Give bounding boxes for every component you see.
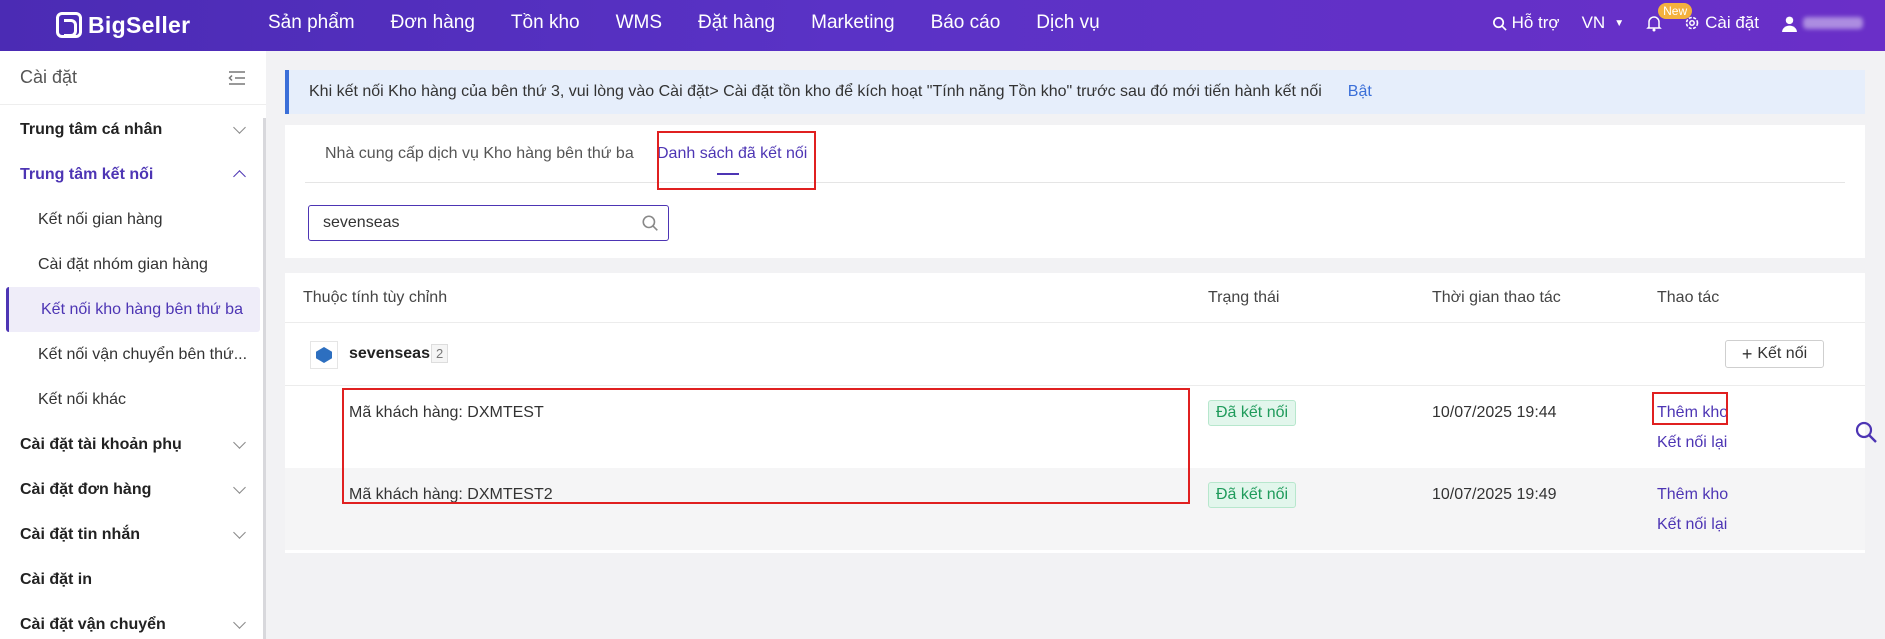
settings-sidebar: Cài đặt Trung tâm cá nhân Trung tâm kết … <box>0 51 266 639</box>
notification-button[interactable]: New <box>1646 2 1693 32</box>
chevron-down-icon <box>233 435 246 449</box>
connect-button[interactable]: + Kết nối <box>1725 340 1824 368</box>
tab-highlight-box <box>657 131 816 190</box>
chevron-down-icon <box>233 120 246 134</box>
sidebar-group-label: Cài đặt đơn hàng <box>20 480 152 498</box>
tab-bar: Nhà cung cấp dịch vụ Kho hàng bên thứ ba… <box>305 125 1845 183</box>
language-label: VN <box>1581 13 1606 32</box>
status-badge: Đã kết nối <box>1208 482 1297 508</box>
search-icon <box>1492 16 1507 31</box>
nav-marketing[interactable]: Marketing <box>811 12 894 34</box>
bell-icon <box>1646 15 1662 31</box>
sidebar-item-kho-ben-thu-ba[interactable]: Kết nối kho hàng bên thứ ba <box>6 287 260 332</box>
caret-down-icon: ▼ <box>1614 17 1625 29</box>
settings-label: Cài đặt <box>1705 13 1759 32</box>
sidebar-item-ket-noi-khac[interactable]: Kết nối khác <box>0 377 266 422</box>
user-name-redacted <box>1803 17 1863 29</box>
sidebar-group-label: Cài đặt vận chuyển <box>20 615 166 633</box>
sidebar-title: Cài đặt <box>20 67 78 87</box>
provider-name: sevenseas <box>349 345 430 362</box>
add-warehouse-highlight-box <box>1652 392 1728 425</box>
reconnect-link[interactable]: Kết nối lại <box>1657 516 1727 534</box>
search-input[interactable]: sevenseas <box>308 205 669 241</box>
logo-mark-icon <box>56 12 82 38</box>
sidebar-group-tai-khoan-phu[interactable]: Cài đặt tài khoản phụ <box>0 422 266 467</box>
search-value: sevenseas <box>323 214 400 231</box>
sidebar-group-label: Cài đặt tin nhắn <box>20 525 140 543</box>
bigseller-logo[interactable]: BigSeller <box>56 10 190 40</box>
top-right-tools: Hỗ trợ VN ▼ New Cài đặt <box>1492 0 1885 46</box>
collapse-menu-icon[interactable] <box>228 70 246 85</box>
tab-providers[interactable]: Nhà cung cấp dịch vụ Kho hàng bên thứ ba <box>325 125 634 183</box>
sidebar-item-ket-noi-gian-hang[interactable]: Kết nối gian hàng <box>0 197 266 242</box>
connection-count-badge: 2 <box>431 344 449 363</box>
main-nav: Sản phẩm Đơn hàng Tồn kho WMS Đặt hàng M… <box>268 0 1136 46</box>
sidebar-scrollbar[interactable] <box>263 118 266 639</box>
sidebar-header: Cài đặt <box>0 51 266 105</box>
enable-inventory-link[interactable]: Bật <box>1348 83 1372 101</box>
inventory-notice-banner: Khi kết nối Kho hàng của bên thứ 3, vui … <box>285 70 1865 114</box>
sidebar-group-label: Trung tâm cá nhân <box>20 120 163 138</box>
chevron-down-icon <box>233 480 246 494</box>
sidebar-group-label: Trung tâm kết nối <box>20 165 154 183</box>
sidebar-menu: Trung tâm cá nhân Trung tâm kết nối Kết … <box>0 105 266 639</box>
sidebar-group-ca-nhan[interactable]: Trung tâm cá nhân <box>0 107 266 152</box>
nav-don-hang[interactable]: Đơn hàng <box>391 12 475 34</box>
user-menu[interactable] <box>1781 15 1863 32</box>
connect-label: Kết nối <box>1757 345 1808 362</box>
language-selector[interactable]: VN ▼ <box>1582 13 1625 33</box>
chevron-up-icon <box>233 170 246 183</box>
sidebar-group-ket-noi[interactable]: Trung tâm kết nối <box>0 152 266 197</box>
sidebar-group-don-hang[interactable]: Cài đặt đơn hàng <box>0 467 266 512</box>
col-actions: Thao tác <box>1657 289 1720 306</box>
nav-bao-cao[interactable]: Báo cáo <box>931 12 1001 34</box>
chevron-down-icon <box>233 615 246 629</box>
table-header: Thuộc tính tùy chỉnh Trạng thái Thời gia… <box>285 273 1865 323</box>
settings-link[interactable]: Cài đặt <box>1684 13 1759 33</box>
filter-panel: Nhà cung cấp dịch vụ Kho hàng bên thứ ba… <box>285 125 1865 258</box>
col-status: Trạng thái <box>1208 289 1280 306</box>
connected-warehouse-table: Thuộc tính tùy chỉnh Trạng thái Thời gia… <box>285 273 1865 553</box>
floating-search-icon[interactable] <box>1854 420 1878 449</box>
nav-ton-kho[interactable]: Tồn kho <box>511 12 580 34</box>
sidebar-group-in[interactable]: Cài đặt in <box>0 557 266 602</box>
support-link[interactable]: Hỗ trợ <box>1492 13 1560 33</box>
sidebar-group-tin-nhan[interactable]: Cài đặt tin nhắn <box>0 512 266 557</box>
nav-dich-vu[interactable]: Dịch vụ <box>1036 12 1099 34</box>
notice-text: Khi kết nối Kho hàng của bên thứ 3, vui … <box>309 83 1322 100</box>
operation-time: 10/07/2025 19:44 <box>1432 404 1557 421</box>
sidebar-group-van-chuyen[interactable]: Cài đặt vận chuyển <box>0 602 266 639</box>
reconnect-link[interactable]: Kết nối lại <box>1657 434 1727 452</box>
sidebar-group-label: Cài đặt in <box>20 570 93 588</box>
user-icon <box>1782 16 1797 32</box>
brand-name: BigSeller <box>88 11 191 38</box>
top-navigation-bar: BigSeller Sản phẩm Đơn hàng Tồn kho WMS … <box>0 0 1885 51</box>
col-custom-attribute: Thuộc tính tùy chỉnh <box>303 289 448 306</box>
support-label: Hỗ trợ <box>1511 13 1560 32</box>
status-badge: Đã kết nối <box>1208 400 1297 426</box>
gear-icon <box>1685 16 1699 30</box>
col-operation-time: Thời gian thao tác <box>1432 289 1561 306</box>
sevenseas-logo-icon <box>310 341 338 369</box>
nav-wms[interactable]: WMS <box>616 12 662 34</box>
plus-icon: + <box>1741 344 1753 364</box>
sidebar-item-nhom-gian-hang[interactable]: Cài đặt nhóm gian hàng <box>0 242 266 287</box>
nav-san-pham[interactable]: Sản phẩm <box>268 12 355 34</box>
provider-group-row: sevenseas 2 + Kết nối <box>285 323 1865 386</box>
add-warehouse-link[interactable]: Thêm kho <box>1657 486 1728 504</box>
chevron-down-icon <box>233 525 246 539</box>
sidebar-item-van-chuyen-ben-thu-ba[interactable]: Kết nối vận chuyển bên thứ... <box>0 332 266 377</box>
rows-highlight-box <box>342 388 1190 504</box>
operation-time: 10/07/2025 19:49 <box>1432 486 1557 503</box>
search-icon[interactable] <box>641 214 659 232</box>
sidebar-group-label: Cài đặt tài khoản phụ <box>20 435 182 453</box>
nav-dat-hang[interactable]: Đặt hàng <box>698 12 775 34</box>
